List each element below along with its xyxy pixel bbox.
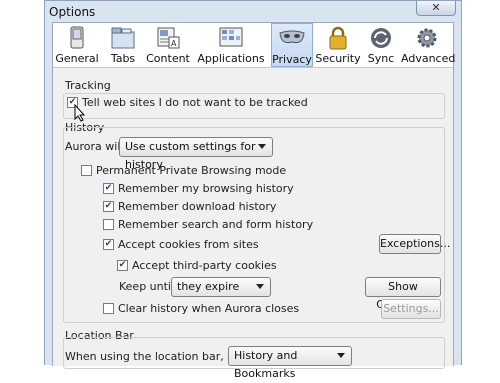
remember-browsing-label: Remember my browsing history [118,182,294,195]
keep-until-dropdown[interactable]: they expire [171,277,271,297]
exceptions-button[interactable]: Exceptions... [379,234,450,254]
window-title: Options [49,5,96,19]
remember-download-label: Remember download history [118,200,277,213]
pane-tabs[interactable]: Tabs [103,23,143,67]
pane-content-label: Content [146,52,190,65]
pane-advanced[interactable]: Advanced [401,23,456,67]
content-icon: A [157,27,180,49]
keep-until-value: they expire [177,280,240,293]
chevron-down-icon [337,353,345,358]
aurora-will-label: Aurora will: [65,140,128,153]
close-button[interactable]: ✕ [416,1,456,16]
remember-search-checkbox[interactable] [103,219,114,230]
clear-history-checkbox[interactable] [103,303,114,314]
pane-sync[interactable]: Sync [363,23,399,67]
chevron-down-icon [256,284,264,289]
applications-icon [219,27,243,47]
pane-privacy-label: Privacy [272,53,312,66]
general-icon [70,26,84,49]
sync-icon [371,28,391,48]
remember-search-label: Remember search and form history [118,218,314,231]
settings-button[interactable]: Settings... [381,299,441,319]
svg-text:A: A [171,39,177,48]
pane-tabs-label: Tabs [110,52,136,65]
accept-third-party-label: Accept third-party cookies [132,259,277,272]
clear-history-label: Clear history when Aurora closes [118,302,300,315]
suggest-dropdown[interactable]: History and Bookmarks [228,346,352,380]
show-cookies-button[interactable]: Show Cookies... [365,277,441,311]
options-dialog: General Tabs A Content Applications Priv… [52,22,456,380]
gear-icon [417,28,437,48]
pane-general[interactable]: General [53,23,101,67]
pane-applications-label: Applications [197,52,265,65]
options-window: Options ✕ General Tabs A Content Applica… [44,0,462,380]
pane-privacy[interactable]: Privacy [271,23,313,67]
privacy-mask-icon [279,30,305,44]
pane-toolbar: General Tabs A Content Applications Priv… [53,23,456,68]
pane-content[interactable]: A Content [145,23,191,67]
permanent-private-label: Permanent Private Browsing mode [96,164,287,177]
history-mode-dropdown[interactable]: Use custom settings for history [119,137,273,171]
pane-security[interactable]: Security [315,23,361,67]
accept-third-party-checkbox[interactable]: ✔ [117,260,128,271]
pane-sync-label: Sync [367,52,395,65]
pane-advanced-label: Advanced [401,52,456,65]
accept-cookies-checkbox[interactable]: ✔ [103,239,114,250]
lock-icon [329,26,347,50]
do-not-track-label: Tell web sites I do not want to be track… [82,96,308,109]
remember-browsing-checkbox[interactable]: ✔ [103,183,114,194]
pane-general-label: General [55,52,99,65]
mouse-cursor-icon [74,104,86,122]
remember-download-checkbox[interactable]: ✔ [103,201,114,212]
accept-cookies-label: Accept cookies from sites [118,238,259,251]
tabs-icon [111,27,135,49]
keep-until-label: Keep until: [119,280,178,293]
permanent-private-checkbox[interactable] [81,165,92,176]
chevron-down-icon [258,144,266,149]
pane-applications[interactable]: Applications [193,23,269,67]
pane-security-label: Security [315,52,361,65]
tracking-section-title: Tracking [65,79,111,92]
